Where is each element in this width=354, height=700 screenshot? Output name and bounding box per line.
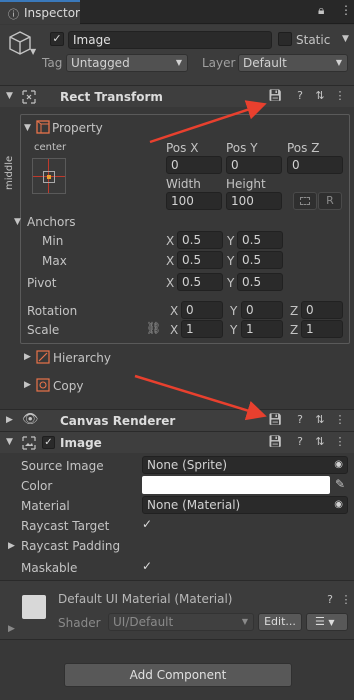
arrow-to-rect-save-icon bbox=[149, 100, 267, 144]
arrow-to-canvas-save-icon bbox=[134, 374, 267, 421]
annotation-arrows bbox=[134, 100, 267, 421]
